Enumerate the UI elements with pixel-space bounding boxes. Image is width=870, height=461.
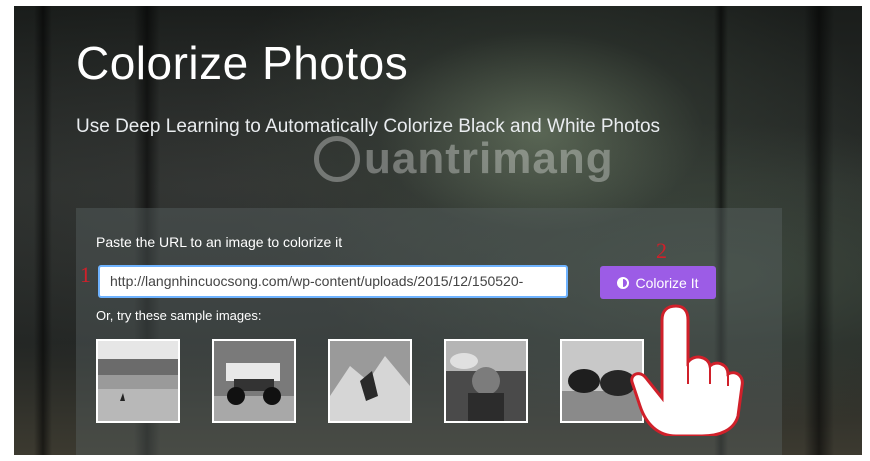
samples-label: Or, try these sample images:: [96, 308, 262, 323]
colorize-button[interactable]: Colorize It: [600, 266, 716, 299]
screenshot-frame: Colorize Photos Use Deep Learning to Aut…: [0, 0, 870, 461]
sample-image-race-car[interactable]: [212, 339, 296, 423]
tree-trunk: [804, 6, 834, 455]
sample-image-mountain-climber[interactable]: [328, 339, 412, 423]
contrast-icon: [617, 276, 630, 289]
url-label: Paste the URL to an image to colorize it: [96, 234, 343, 250]
page-title: Colorize Photos: [76, 37, 409, 89]
watermark-text: uantrimang: [364, 134, 614, 183]
tree-trunk: [34, 6, 52, 455]
pointer-hand-icon: [630, 304, 744, 436]
url-input[interactable]: http://langnhincuocsong.com/wp-content/u…: [98, 265, 568, 298]
annotation-step-2: 2: [656, 238, 667, 263]
colorize-button-label: Colorize It: [635, 274, 699, 291]
sample-image-beach-birds[interactable]: [96, 339, 180, 423]
watermark-logo-icon: [314, 136, 360, 182]
hero-background: Colorize Photos Use Deep Learning to Aut…: [14, 6, 862, 455]
watermark: uantrimang: [314, 134, 614, 184]
annotation-step-1: 1: [80, 262, 91, 287]
sample-image-smoking-man[interactable]: [444, 339, 528, 423]
